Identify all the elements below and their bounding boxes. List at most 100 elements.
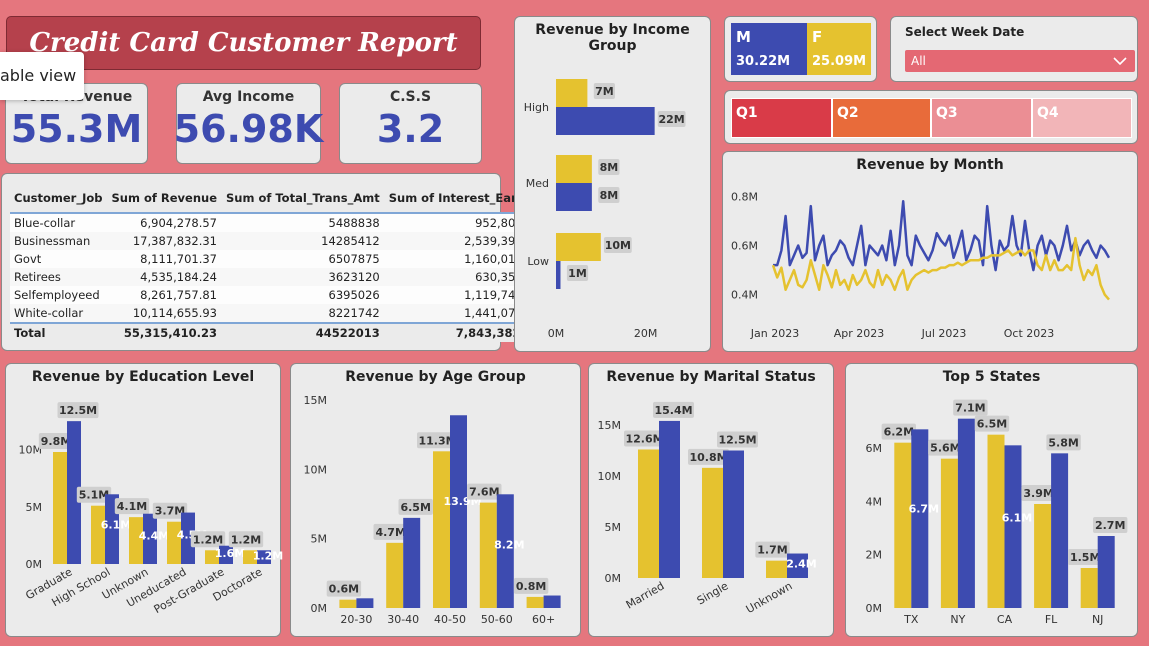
bar <box>702 467 723 578</box>
table-row[interactable]: Selfemployeed 8,261,757.81 6395026 1,119… <box>10 286 546 304</box>
x-tick-label: Married <box>624 579 667 611</box>
gender-female-label: F <box>812 28 823 46</box>
cell-trans-amt: 3623120 <box>222 268 385 286</box>
quarter-q4-button[interactable]: Q4 <box>1032 98 1132 138</box>
kpi-avg-income-label: Avg Income <box>202 89 295 105</box>
table-row[interactable]: Retirees 4,535,184.24 3623120 630,359.24 <box>10 268 546 286</box>
data-label: 1.2M <box>253 549 283 562</box>
data-label: 6.5M <box>977 418 1007 431</box>
x-tick-label: 0M <box>548 327 565 340</box>
table-row[interactable]: White-collar 10,114,655.93 8221742 1,441… <box>10 304 546 323</box>
cell-revenue: 6,904,278.57 <box>107 213 222 232</box>
bar <box>556 261 561 289</box>
y-tick-label: 0M <box>26 558 43 571</box>
table-row[interactable]: Businessman 17,387,832.31 14285412 2,539… <box>10 232 546 250</box>
data-label: 2.7M <box>1095 519 1125 532</box>
data-label: 1M <box>568 267 587 280</box>
cell-revenue: 17,387,832.31 <box>107 232 222 250</box>
data-label: 22M <box>659 113 685 126</box>
bar <box>1034 504 1052 608</box>
y-tick-label: 5M <box>311 533 328 546</box>
week-date-slicer: Select Week Date All <box>890 16 1138 82</box>
data-label: 6.5M <box>400 501 430 514</box>
data-label: 8M <box>600 189 619 202</box>
y-tick-label: 4M <box>866 495 883 508</box>
cell-trans-amt: 8221742 <box>222 304 385 323</box>
x-tick-label: 30-40 <box>387 613 419 626</box>
cell-revenue: 10,114,655.93 <box>107 304 222 323</box>
data-label: 3.9M <box>1023 487 1053 500</box>
data-label: 4.1M <box>117 500 147 513</box>
bar <box>356 598 374 608</box>
y-tick-label: 2M <box>866 549 883 562</box>
y-tick-label: 5M <box>605 521 622 534</box>
bar <box>556 107 655 135</box>
table-total-row: Total 55,315,410.23 44522013 7,843,382.2… <box>10 322 546 342</box>
col-sum-revenue[interactable]: Sum of Revenue <box>107 186 222 214</box>
quarter-q3-button[interactable]: Q3 <box>931 98 1032 138</box>
data-label: 1.2M <box>193 533 223 546</box>
y-tick-label: 10M <box>19 444 43 457</box>
data-label: 5.8M <box>1048 436 1078 449</box>
gender-female-card[interactable]: F 25.09M <box>807 23 871 75</box>
states-bar-chart[interactable]: 6M 4M 2M 0M 6.2M 6.7M TX 5.6M 7.1M NY 6.5M 6.1M CA 3.… <box>846 364 1139 638</box>
marital-bar-chart[interactable]: 15M 10M 5M 0M 12.6M 15.4M Married 10.8M 12.5M Sin… <box>589 364 835 638</box>
quarter-q1-button[interactable]: Q1 <box>731 98 832 138</box>
series-line <box>771 236 1110 301</box>
col-sum-trans-amt[interactable]: Sum of Total_Trans_Amt <box>222 186 385 214</box>
kpi-css-value: 3.2 <box>376 107 445 151</box>
cell-total-label: Total <box>10 322 108 342</box>
data-label: 15.4M <box>654 404 692 417</box>
data-label: 12.5M <box>59 404 97 417</box>
income-group-chart[interactable]: High 7M 22M Med 8M 8M Low 10M 1M 0M 20M <box>515 17 712 353</box>
data-label: 8M <box>600 161 619 174</box>
bar <box>526 596 544 608</box>
gender-male-card[interactable]: M 30.22M <box>731 23 807 75</box>
col-customer-job[interactable]: Customer_Job <box>10 186 108 214</box>
y-tick-label: 0.4M <box>731 289 758 302</box>
table-view-tooltip[interactable]: able view <box>0 52 84 100</box>
x-tick-label: 20-30 <box>340 613 372 626</box>
data-label: 6.2M <box>884 426 914 439</box>
cell-revenue: 8,261,757.81 <box>107 286 222 304</box>
data-label: 12.5M <box>718 434 756 447</box>
education-chart-panel: Revenue by Education Level 10M 5M 0M 9.8M 12… <box>5 363 283 638</box>
education-bar-chart[interactable]: 10M5M0M9.8M12.5MGraduate5.1M6.1MHigh Sch… <box>6 364 283 638</box>
table-header-row: Customer_Job Sum of Revenue Sum of Total… <box>10 186 546 214</box>
bar <box>1004 445 1022 608</box>
gender-male-value: 30.22M <box>736 54 791 69</box>
gender-male-label: M <box>736 28 751 46</box>
bar <box>638 449 659 578</box>
quarter-q3-label: Q3 <box>936 105 958 121</box>
kpi-avg-income[interactable]: Avg Income 56.98K <box>174 83 323 164</box>
report-title: Credit Card Customer Report <box>29 28 458 58</box>
table-row[interactable]: Govt 8,111,701.37 6507875 1,160,016.37 <box>10 250 546 268</box>
week-date-value: All <box>911 54 926 68</box>
quarter-q1-label: Q1 <box>736 105 758 121</box>
cell-job: Retirees <box>10 268 108 286</box>
data-label: 6.1M <box>101 519 131 532</box>
quarter-q2-button[interactable]: Q2 <box>832 98 931 138</box>
x-tick-label: NJ <box>1092 613 1103 626</box>
bar <box>556 233 601 261</box>
table-row[interactable]: Blue-collar 6,904,278.57 5488838 952,800… <box>10 213 546 232</box>
data-label: 6.7M <box>909 503 939 516</box>
data-label: 1.6M <box>215 547 245 560</box>
x-tick-label: 50-60 <box>481 613 513 626</box>
data-label: 2.4M <box>786 558 816 571</box>
bar <box>723 450 744 578</box>
y-tick-label: 15M <box>304 394 328 407</box>
bar <box>433 451 450 608</box>
x-tick-label: TX <box>903 613 919 626</box>
customer-job-table[interactable]: Customer_Job Sum of Revenue Sum of Total… <box>10 186 546 342</box>
series-line <box>773 199 1111 272</box>
x-tick-label: Jul 2023 <box>921 327 967 340</box>
cell-total-revenue: 55,315,410.23 <box>107 322 222 342</box>
kpi-css[interactable]: C.S.S 3.2 <box>339 83 482 164</box>
y-tick-label: 6M <box>866 442 883 455</box>
cell-trans-amt: 6507875 <box>222 250 385 268</box>
bar <box>53 452 67 564</box>
age-bar-chart[interactable]: 15M10M5M0M0.6M20-304.7M6.5M30-4011.3M13.… <box>291 364 582 638</box>
month-line-chart[interactable]: 0.8M 0.6M 0.4M Jan 2023 Apr 2023 Jul 2023 Oct … <box>723 152 1139 353</box>
week-date-dropdown[interactable]: All <box>905 50 1135 72</box>
